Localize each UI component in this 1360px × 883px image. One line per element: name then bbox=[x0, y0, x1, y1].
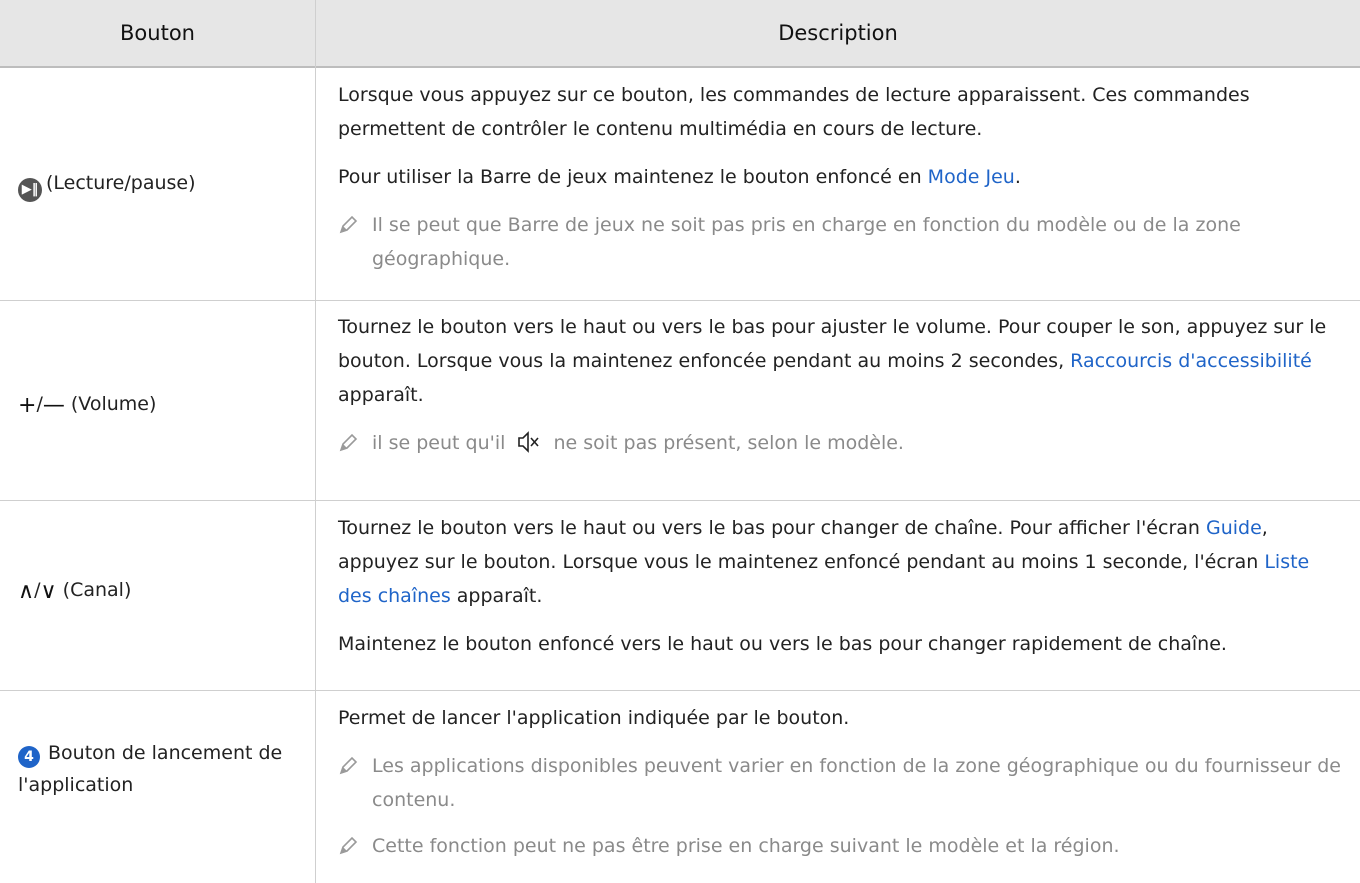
row4-note2-text: Cette fonction peut ne pas être prise en… bbox=[372, 835, 1120, 857]
row2-note-text-end: ne soit pas présent, selon le modèle. bbox=[553, 432, 904, 454]
row4-button-cell: 4 Bouton de lancement de l'application bbox=[18, 737, 308, 801]
row1-description-cell: Lorsque vous appuyez sur ce bouton, les … bbox=[338, 78, 1348, 288]
row3-button-cell: ∧/∨ (Canal) bbox=[18, 574, 308, 608]
row4-button-label: Bouton de lancement de l'application bbox=[18, 742, 283, 796]
row3-desc1: Tournez le bouton vers le haut ou vers l… bbox=[338, 511, 1348, 613]
table-header: Bouton Description bbox=[0, 0, 1360, 68]
row2-description-cell: Tournez le bouton vers le haut ou vers l… bbox=[338, 310, 1348, 472]
row3-button-label: (Canal) bbox=[62, 579, 132, 601]
row1-note: Il se peut que Barre de jeux ne soit pas… bbox=[338, 208, 1348, 276]
row4-note1-text: Les applications disponibles peuvent var… bbox=[372, 755, 1341, 811]
row4-note2: Cette fonction peut ne pas être prise en… bbox=[338, 829, 1348, 863]
header-bouton: Bouton bbox=[120, 21, 195, 45]
pencil-icon bbox=[339, 215, 358, 234]
row1-note-text: Il se peut que Barre de jeux ne soit pas… bbox=[372, 214, 1241, 270]
row2-note-text: il se peut qu'il bbox=[372, 432, 506, 454]
row3-desc1-c: apparaît. bbox=[450, 585, 543, 607]
pencil-icon bbox=[339, 756, 358, 775]
row3-description-cell: Tournez le bouton vers le haut ou vers l… bbox=[338, 511, 1348, 675]
chevron-down-icon: ∨ bbox=[40, 579, 57, 604]
row4-description-cell: Permet de lancer l'application indiquée … bbox=[338, 701, 1348, 875]
guide-link[interactable]: Guide bbox=[1206, 517, 1262, 539]
plus-icon: + bbox=[18, 393, 37, 418]
row4-desc1: Permet de lancer l'application indiquée … bbox=[338, 707, 850, 729]
pencil-icon bbox=[339, 836, 358, 855]
row1-desc2-text: Pour utiliser la Barre de jeux maintenez… bbox=[338, 166, 928, 188]
row2-button-cell: +/— (Volume) bbox=[18, 388, 308, 422]
row2-note: il se peut qu'il ne soit pas présent, se… bbox=[338, 426, 1348, 460]
row2-desc1-end: apparaît. bbox=[338, 384, 424, 406]
minus-icon: — bbox=[42, 393, 65, 418]
chevron-up-icon: ∧ bbox=[18, 579, 35, 604]
row-divider bbox=[0, 300, 1360, 301]
header-description: Description bbox=[778, 21, 898, 45]
column-divider bbox=[315, 0, 316, 883]
row1-desc2-end: . bbox=[1014, 166, 1021, 188]
row2-desc1: Tournez le bouton vers le haut ou vers l… bbox=[338, 310, 1348, 412]
pencil-icon bbox=[339, 433, 358, 452]
row-divider bbox=[0, 500, 1360, 501]
play-pause-icon: ▶‖ bbox=[18, 178, 42, 202]
row3-desc2: Maintenez le bouton enfoncé vers le haut… bbox=[338, 633, 1227, 655]
row1-desc1: Lorsque vous appuyez sur ce bouton, les … bbox=[338, 84, 1250, 140]
row1-button-cell: ▶‖ (Lecture/pause) bbox=[18, 167, 308, 202]
row1-button-label: (Lecture/pause) bbox=[46, 172, 196, 194]
raccourcis-accessibilite-link[interactable]: Raccourcis d'accessibilité bbox=[1070, 350, 1312, 372]
row1-desc2: Pour utiliser la Barre de jeux maintenez… bbox=[338, 160, 1348, 194]
row-divider bbox=[0, 690, 1360, 691]
number-4-icon: 4 bbox=[18, 746, 40, 768]
row2-button-label: (Volume) bbox=[70, 393, 157, 415]
mute-icon bbox=[518, 431, 540, 453]
mode-jeu-link[interactable]: Mode Jeu bbox=[928, 166, 1015, 188]
row4-note1: Les applications disponibles peuvent var… bbox=[338, 749, 1348, 817]
row3-desc1-a: Tournez le bouton vers le haut ou vers l… bbox=[338, 517, 1206, 539]
